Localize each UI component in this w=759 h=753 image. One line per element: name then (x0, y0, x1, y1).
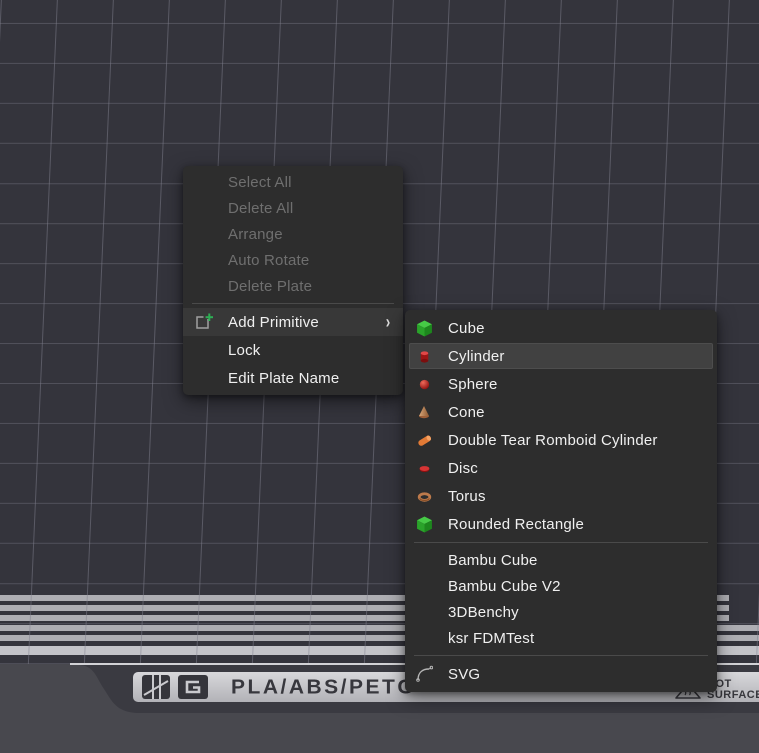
menu-item-label: Add Primitive (228, 314, 319, 331)
menu-item-label: Double Tear Romboid Cylinder (448, 432, 658, 449)
menu-separator (192, 303, 394, 304)
cone-icon (415, 403, 433, 421)
context-menu: Select All Delete All Arrange Auto Rotat… (183, 166, 403, 395)
submenu-item-disc[interactable]: Disc (405, 454, 717, 482)
menu-item-label: Bambu Cube (448, 552, 538, 569)
menu-item-label: Auto Rotate (228, 252, 309, 269)
menu-item-label: Delete Plate (228, 278, 312, 295)
chevron-right-icon: › (386, 313, 391, 331)
submenu-item-ksr-fdmtest[interactable]: ksr FDMTest (405, 625, 717, 651)
menu-separator (414, 542, 708, 543)
menu-item-label: Cylinder (448, 348, 505, 365)
menu-item-delete-plate: Delete Plate (183, 273, 403, 299)
menu-item-label: Cone (448, 404, 485, 421)
menu-item-label: 3DBenchy (448, 604, 519, 621)
menu-item-label: Torus (448, 488, 486, 505)
menu-item-arrange: Arrange (183, 221, 403, 247)
submenu-item-double-tear-romboid-cylinder[interactable]: Double Tear Romboid Cylinder (405, 426, 717, 454)
add-primitive-icon (194, 312, 214, 332)
submenu-item-cone[interactable]: Cone (405, 398, 717, 426)
disc-icon (415, 459, 433, 477)
menu-separator (414, 655, 708, 656)
menu-item-label: Sphere (448, 376, 498, 393)
double-tear-romboid-cylinder-icon (415, 431, 433, 449)
plate-type-logo-icon (178, 675, 208, 699)
submenu-item-cube[interactable]: Cube (405, 314, 717, 342)
menu-item-label: Rounded Rectangle (448, 516, 584, 533)
submenu-item-sphere[interactable]: Sphere (405, 370, 717, 398)
submenu-item-3dbenchy[interactable]: 3DBenchy (405, 599, 717, 625)
submenu-item-rounded-rectangle[interactable]: Rounded Rectangle (405, 510, 717, 538)
menu-item-select-all: Select All (183, 169, 403, 195)
menu-item-label: Lock (228, 342, 261, 359)
bambu-logo-icon (142, 675, 170, 699)
menu-item-delete-all: Delete All (183, 195, 403, 221)
menu-item-label: ksr FDMTest (448, 630, 534, 647)
menu-item-label: Bambu Cube V2 (448, 578, 561, 595)
menu-item-label: Cube (448, 320, 485, 337)
submenu-item-bambu-cube[interactable]: Bambu Cube (405, 547, 717, 573)
add-primitive-submenu: Cube Cylinder (405, 310, 717, 692)
torus-icon (415, 487, 433, 505)
menu-item-label: Select All (228, 174, 292, 191)
rounded-rectangle-icon (415, 515, 433, 533)
menu-item-lock[interactable]: Lock (183, 336, 403, 364)
menu-item-add-primitive[interactable]: Add Primitive › (183, 308, 403, 336)
svg-bezier-icon (415, 665, 433, 683)
submenu-item-svg[interactable]: SVG (405, 660, 717, 688)
submenu-item-bambu-cube-v2[interactable]: Bambu Cube V2 (405, 573, 717, 599)
sphere-icon (415, 375, 433, 393)
menu-item-auto-rotate: Auto Rotate (183, 247, 403, 273)
cylinder-icon (415, 347, 433, 365)
menu-item-label: Edit Plate Name (228, 370, 339, 387)
submenu-item-cylinder[interactable]: Cylinder (405, 342, 717, 370)
submenu-item-torus[interactable]: Torus (405, 482, 717, 510)
cube-icon (415, 319, 433, 337)
plate-brand-text: PLA/ABS/PETG (231, 673, 416, 702)
menu-item-label: Disc (448, 460, 478, 477)
menu-item-edit-plate-name[interactable]: Edit Plate Name (183, 364, 403, 392)
menu-item-label: Delete All (228, 200, 293, 217)
menu-item-label: Arrange (228, 226, 283, 243)
menu-item-label: SVG (448, 666, 480, 683)
viewport-3d[interactable]: PLA/ABS/PETG HOT SURFACE Select All Dele… (0, 0, 759, 753)
